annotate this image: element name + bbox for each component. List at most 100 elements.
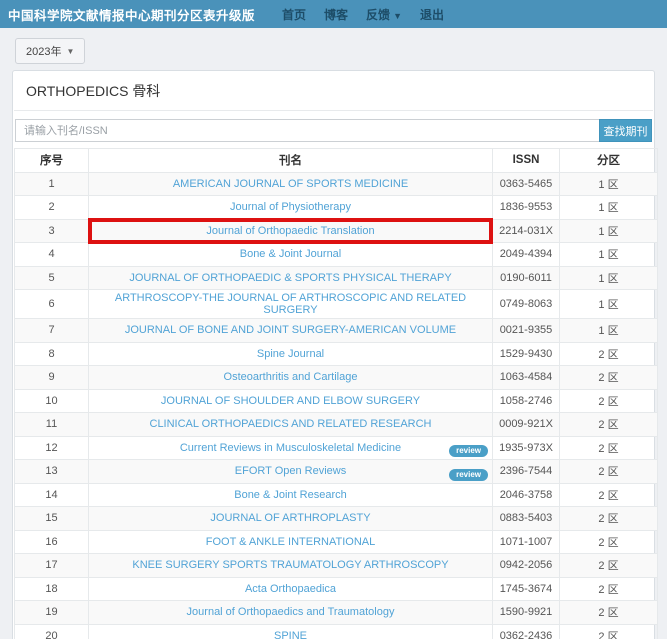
journal-link[interactable]: Bone & Joint Journal <box>240 248 342 260</box>
row-no: 3 <box>15 219 89 243</box>
row-name-cell: AMERICAN JOURNAL OF SPORTS MEDICINE <box>89 172 493 196</box>
row-name-cell: Journal of Orthopaedic Translation <box>89 219 493 243</box>
search-journal-button[interactable]: 查找期刊 <box>599 119 652 142</box>
review-badge: review <box>449 469 488 481</box>
row-no: 1 <box>15 172 89 196</box>
table-row: 11 CLINICAL ORTHOPAEDICS AND RELATED RES… <box>15 413 658 437</box>
table-row: 16 FOOT & ANKLE INTERNATIONAL 1071-1007 … <box>15 530 658 554</box>
journal-link[interactable]: Journal of Orthopaedic Translation <box>206 225 374 237</box>
nav-links: 首页 博客 反馈▼ 退出 <box>273 6 453 23</box>
header-zone: 分区 <box>560 149 658 173</box>
search-bar: 查找期刊 <box>15 119 652 142</box>
row-name-cell: JOURNAL OF SHOULDER AND ELBOW SURGERY <box>89 389 493 413</box>
row-name-cell: Spine Journal <box>89 342 493 366</box>
journal-link[interactable]: Acta Orthopaedica <box>245 583 336 595</box>
journal-table: 序号 刊名 ISSN 分区 1 AMERICAN JOURNAL OF SPOR… <box>14 148 658 639</box>
row-name-cell: SPINE <box>89 624 493 639</box>
table-row: 8 Spine Journal 1529-9430 2 区 <box>15 342 658 366</box>
row-issn: 2049-4394 <box>493 243 560 267</box>
nav-link[interactable]: 首页 <box>282 6 306 23</box>
journal-link[interactable]: FOOT & ANKLE INTERNATIONAL <box>206 536 376 548</box>
header-issn: ISSN <box>493 149 560 173</box>
row-issn: 0363-5465 <box>493 172 560 196</box>
row-zone: 1 区 <box>560 290 658 319</box>
chevron-down-icon: ▼ <box>66 47 74 56</box>
row-issn: 0021-9355 <box>493 319 560 343</box>
journal-link[interactable]: CLINICAL ORTHOPAEDICS AND RELATED RESEAR… <box>150 418 432 430</box>
journal-link[interactable]: KNEE SURGERY SPORTS TRAUMATOLOGY ARTHROS… <box>132 559 448 571</box>
table-row: 6 ARTHROSCOPY-THE JOURNAL OF ARTHROSCOPI… <box>15 290 658 319</box>
row-name-cell: JOURNAL OF ARTHROPLASTY <box>89 507 493 531</box>
site-title: 中国科学院文献情报中心期刊分区表升级版 <box>8 5 255 24</box>
journal-link[interactable]: SPINE <box>274 630 307 639</box>
category-title: ORTHOPEDICS 骨科 <box>14 71 653 111</box>
table-row: 18 Acta Orthopaedica 1745-3674 2 区 <box>15 577 658 601</box>
row-name-cell: Bone & Joint Research <box>89 483 493 507</box>
chevron-down-icon: ▼ <box>393 11 402 21</box>
row-name-cell: Osteoarthritis and Cartilage <box>89 366 493 390</box>
row-no: 12 <box>15 436 89 460</box>
row-issn: 1058-2746 <box>493 389 560 413</box>
year-row: 2023年 ▼ <box>0 28 667 70</box>
row-zone: 2 区 <box>560 389 658 413</box>
year-dropdown-button[interactable]: 2023年 ▼ <box>15 38 85 64</box>
journal-link[interactable]: Spine Journal <box>257 348 324 360</box>
header-no: 序号 <box>15 149 89 173</box>
nav-link[interactable]: 反馈▼ <box>366 6 402 23</box>
journal-panel: ORTHOPEDICS 骨科 查找期刊 序号 刊名 ISSN 分区 1 AMER… <box>12 70 655 639</box>
row-no: 8 <box>15 342 89 366</box>
table-row: 1 AMERICAN JOURNAL OF SPORTS MEDICINE 03… <box>15 172 658 196</box>
table-row: 7 JOURNAL OF BONE AND JOINT SURGERY-AMER… <box>15 319 658 343</box>
row-issn: 2214-031X <box>493 219 560 243</box>
row-name-cell: KNEE SURGERY SPORTS TRAUMATOLOGY ARTHROS… <box>89 554 493 578</box>
row-issn: 0883-5403 <box>493 507 560 531</box>
row-name-cell: CLINICAL ORTHOPAEDICS AND RELATED RESEAR… <box>89 413 493 437</box>
journal-link[interactable]: ARTHROSCOPY-THE JOURNAL OF ARTHROSCOPIC … <box>115 292 466 316</box>
row-zone: 1 区 <box>560 319 658 343</box>
year-dropdown-label: 2023年 <box>26 43 61 59</box>
row-name-cell: Bone & Joint Journal <box>89 243 493 267</box>
journal-link[interactable]: Current Reviews in Musculoskeletal Medic… <box>180 442 401 454</box>
row-no: 15 <box>15 507 89 531</box>
row-no: 4 <box>15 243 89 267</box>
row-issn: 0009-921X <box>493 413 560 437</box>
table-row: 4 Bone & Joint Journal 2049-4394 1 区 <box>15 243 658 267</box>
nav-link[interactable]: 博客 <box>324 6 348 23</box>
row-name-cell: JOURNAL OF BONE AND JOINT SURGERY-AMERIC… <box>89 319 493 343</box>
table-row: 5 JOURNAL OF ORTHOPAEDIC & SPORTS PHYSIC… <box>15 266 658 290</box>
journal-link[interactable]: AMERICAN JOURNAL OF SPORTS MEDICINE <box>173 178 408 190</box>
row-issn: 1745-3674 <box>493 577 560 601</box>
row-no: 14 <box>15 483 89 507</box>
row-no: 11 <box>15 413 89 437</box>
row-zone: 1 区 <box>560 196 658 220</box>
journal-link[interactable]: Bone & Joint Research <box>234 489 347 501</box>
journal-link[interactable]: JOURNAL OF SHOULDER AND ELBOW SURGERY <box>161 395 420 407</box>
row-no: 9 <box>15 366 89 390</box>
table-row: 9 Osteoarthritis and Cartilage 1063-4584… <box>15 366 658 390</box>
row-issn: 0749-8063 <box>493 290 560 319</box>
row-issn: 1063-4584 <box>493 366 560 390</box>
row-zone: 2 区 <box>560 366 658 390</box>
journal-link[interactable]: JOURNAL OF ORTHOPAEDIC & SPORTS PHYSICAL… <box>129 272 451 284</box>
search-input[interactable] <box>15 119 599 142</box>
journal-link[interactable]: Journal of Orthopaedics and Traumatology <box>187 606 395 618</box>
row-issn: 1529-9430 <box>493 342 560 366</box>
row-zone: 2 区 <box>560 436 658 460</box>
header-name: 刊名 <box>89 149 493 173</box>
row-issn: 0362-2436 <box>493 624 560 639</box>
table-row: 3 Journal of Orthopaedic Translation 221… <box>15 219 658 243</box>
table-row: 20 SPINE 0362-2436 2 区 <box>15 624 658 639</box>
journal-link[interactable]: Journal of Physiotherapy <box>230 201 351 213</box>
row-zone: 2 区 <box>560 483 658 507</box>
row-zone: 2 区 <box>560 577 658 601</box>
journal-link[interactable]: EFORT Open Reviews <box>235 465 346 477</box>
journal-link[interactable]: Osteoarthritis and Cartilage <box>224 371 358 383</box>
journal-link[interactable]: JOURNAL OF BONE AND JOINT SURGERY-AMERIC… <box>125 324 456 336</box>
nav-link[interactable]: 退出 <box>420 6 444 23</box>
journal-link[interactable]: JOURNAL OF ARTHROPLASTY <box>210 512 370 524</box>
row-issn: 1590-9921 <box>493 601 560 625</box>
row-no: 7 <box>15 319 89 343</box>
row-zone: 2 区 <box>560 342 658 366</box>
row-zone: 2 区 <box>560 460 658 484</box>
journal-table-body: 1 AMERICAN JOURNAL OF SPORTS MEDICINE 03… <box>15 172 658 639</box>
